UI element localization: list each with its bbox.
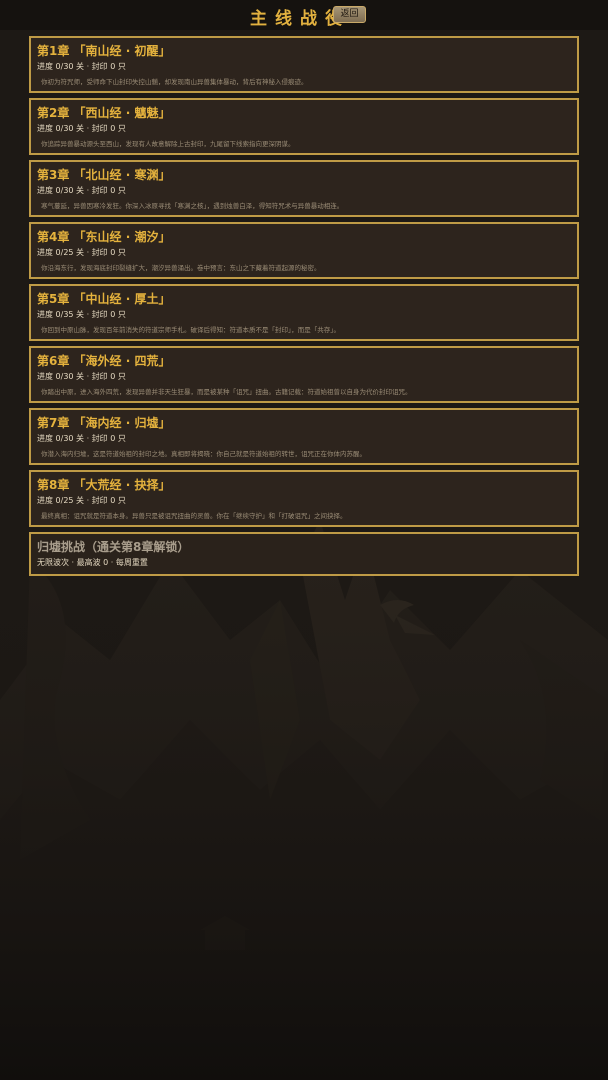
chapter-title: 第4章 「东山经 · 潮汐」 (37, 230, 171, 244)
chapter-description: 最终真相：诅咒就是符道本身。异兽只是被诅咒扭曲的灵兽。你在「继续守护」和「打破诅… (41, 512, 347, 520)
chapter-card-3[interactable]: 第3章 「北山经 · 寒渊」 进度 0/30 关 · 封印 0 只 寒气蔓延，异… (29, 160, 579, 217)
chapter-description: 你沿海东行，发现海底封印裂缝扩大，潮汐异兽涌出。卷中预言：东山之下藏着符道起源的… (41, 264, 321, 272)
chapter-description: 你回到中原山脉，发现百年前消失的符道宗师手札。破译后得知：符道本质不是「封印」，… (41, 326, 340, 334)
chapter-title: 第5章 「中山经 · 厚土」 (37, 292, 171, 306)
chapter-description: 寒气蔓延，异兽因寒冷发狂。你深入冰原寻找「寒渊之核」，遇到烛兽白泽，得知符咒术与… (41, 202, 344, 210)
chapter-description: 你潜入海内归墟，这是符道始祖的封印之地。真相即将揭晓：你自己就是符道始祖的转世，… (41, 450, 366, 458)
chapter-card-6[interactable]: 第6章 「海外经 · 四荒」 进度 0/30 关 · 封印 0 只 你踏出中原，… (29, 346, 579, 403)
chapter-description: 你追踪异兽暴动源头至西山，发现有人故意解除上古封印，九尾留下线索指向更深阴谋。 (41, 140, 295, 148)
chapter-progress: 进度 0/30 关 · 封印 0 只 (37, 62, 126, 71)
guixu-challenge-card[interactable]: 归墟挑战（通关第8章解锁） 无限波次 · 最高波 0 · 每周重置 (29, 532, 579, 576)
challenge-title: 归墟挑战（通关第8章解锁） (37, 540, 190, 554)
chapter-title: 第6章 「海外经 · 四荒」 (37, 354, 171, 368)
chapter-card-4[interactable]: 第4章 「东山经 · 潮汐」 进度 0/25 关 · 封印 0 只 你沿海东行，… (29, 222, 579, 279)
chapter-card-2[interactable]: 第2章 「西山经 · 魑魅」 进度 0/30 关 · 封印 0 只 你追踪异兽暴… (29, 98, 579, 155)
chapter-title: 第3章 「北山经 · 寒渊」 (37, 168, 171, 182)
chapter-card-7[interactable]: 第7章 「海内经 · 归墟」 进度 0/30 关 · 封印 0 只 你潜入海内归… (29, 408, 579, 465)
chapter-progress: 进度 0/25 关 · 封印 0 只 (37, 248, 126, 257)
chapter-progress: 进度 0/30 关 · 封印 0 只 (37, 434, 126, 443)
chapter-description: 你踏出中原，进入海外四荒，发现异兽并非天生狂暴，而是被某种「诅咒」扭曲。古籍记载… (41, 388, 412, 396)
chapter-list: 第1章 「南山经 · 初醒」 进度 0/30 关 · 封印 0 只 你初为符咒师… (29, 36, 579, 576)
chapter-card-5[interactable]: 第5章 「中山经 · 厚土」 进度 0/35 关 · 封印 0 只 你回到中原山… (29, 284, 579, 341)
chapter-progress: 进度 0/30 关 · 封印 0 只 (37, 372, 126, 381)
top-bar: 主线战役 返回 (0, 0, 608, 30)
chapter-progress: 进度 0/30 关 · 封印 0 只 (37, 124, 126, 133)
back-button[interactable]: 返回 (333, 6, 366, 23)
chapter-title: 第7章 「海内经 · 归墟」 (37, 416, 171, 430)
chapter-description: 你初为符咒师，受师命下山封印失控山魈，却发现南山异兽集体暴动，背后有神秘入侵痕迹… (41, 78, 308, 86)
chapter-progress: 进度 0/35 关 · 封印 0 只 (37, 310, 126, 319)
chapter-title: 第1章 「南山经 · 初醒」 (37, 44, 171, 58)
chapter-progress: 进度 0/30 关 · 封印 0 只 (37, 186, 126, 195)
page-title: 主线战役 (250, 9, 350, 29)
chapter-title: 第2章 「西山经 · 魑魅」 (37, 106, 171, 120)
chapter-title: 第8章 「大荒经 · 抉择」 (37, 478, 171, 492)
chapter-card-1[interactable]: 第1章 「南山经 · 初醒」 进度 0/30 关 · 封印 0 只 你初为符咒师… (29, 36, 579, 93)
chapter-card-8[interactable]: 第8章 「大荒经 · 抉择」 进度 0/25 关 · 封印 0 只 最终真相：诅… (29, 470, 579, 527)
chapter-progress: 进度 0/25 关 · 封印 0 只 (37, 496, 126, 505)
challenge-status: 无限波次 · 最高波 0 · 每周重置 (37, 558, 148, 567)
